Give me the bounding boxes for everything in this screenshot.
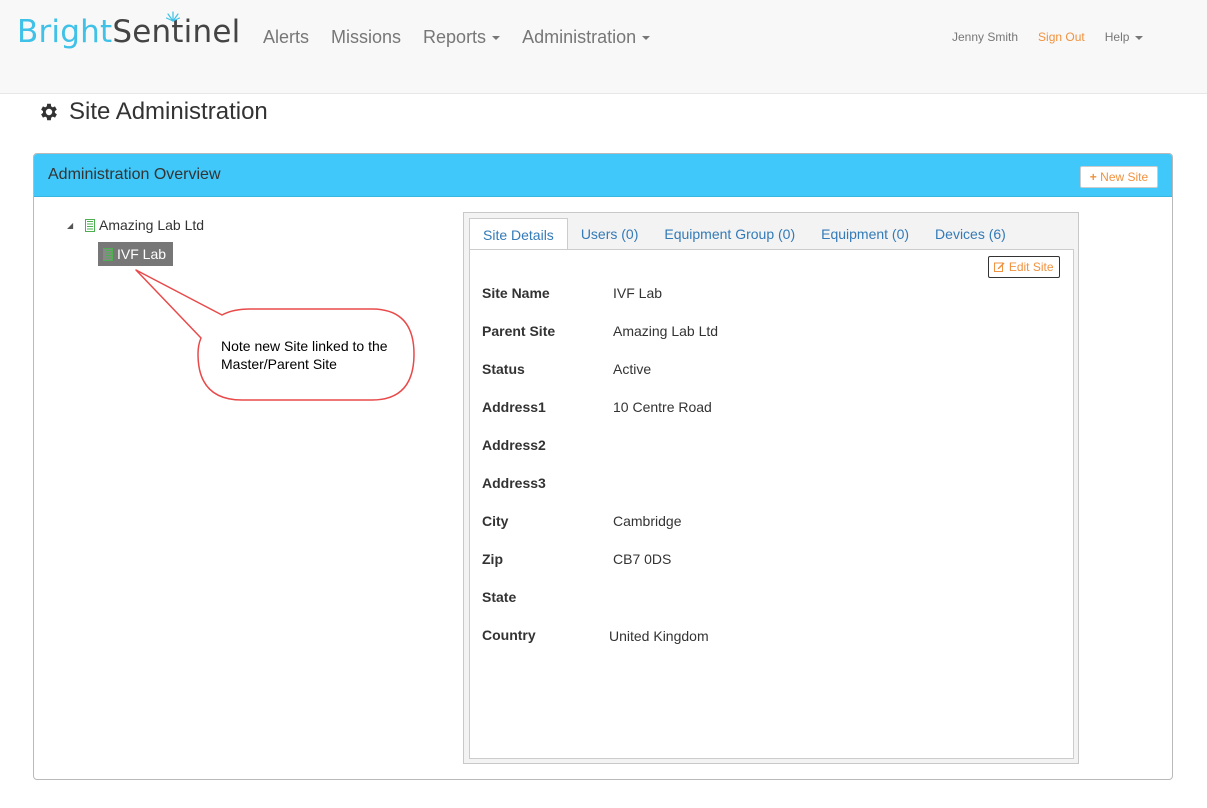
tab-equipment-group[interactable]: Equipment Group (0) xyxy=(651,218,808,250)
value-address1: 10 Centre Road xyxy=(613,399,712,415)
label-address3: Address3 xyxy=(482,475,546,491)
tree-child-label: IVF Lab xyxy=(117,246,167,262)
nav-administration-label: Administration xyxy=(522,27,637,47)
page-title: Site Administration xyxy=(38,98,268,126)
label-zip: Zip xyxy=(482,551,503,567)
edit-icon xyxy=(994,262,1005,272)
label-address1: Address1 xyxy=(482,399,546,415)
top-navbar: BrightSentinel Alerts Missions Reports A… xyxy=(0,0,1207,94)
edit-site-label: Edit Site xyxy=(1008,260,1054,274)
nav-alerts[interactable]: Alerts xyxy=(252,25,320,49)
value-zip: CB7 0DS xyxy=(613,551,672,567)
brand-part1: Bright xyxy=(17,14,113,50)
caret-down-icon xyxy=(492,36,501,41)
tab-pane-site-details xyxy=(469,249,1074,759)
nav-missions[interactable]: Missions xyxy=(320,25,412,49)
label-city: City xyxy=(482,513,509,529)
new-site-button[interactable]: + New Site xyxy=(1080,166,1158,188)
value-status: Active xyxy=(613,361,652,377)
value-site-name: IVF Lab xyxy=(613,285,663,301)
tab-equipment[interactable]: Equipment (0) xyxy=(808,218,922,250)
main-nav: Alerts Missions Reports Administration xyxy=(252,25,661,49)
building-icon xyxy=(103,247,113,261)
nav-administration-dropdown[interactable]: Administration xyxy=(511,25,661,49)
site-tabs: Site Details Users (0) Equipment Group (… xyxy=(469,218,1019,251)
label-site-name: Site Name xyxy=(482,285,550,301)
label-country: Country xyxy=(482,627,536,643)
tab-site-details[interactable]: Site Details xyxy=(469,218,568,251)
spark-icon xyxy=(166,11,180,22)
brand-logo[interactable]: BrightSentinel xyxy=(17,11,240,50)
tab-devices[interactable]: Devices (6) xyxy=(922,218,1019,250)
page-title-text: Site Administration xyxy=(69,98,268,125)
nav-reports-dropdown[interactable]: Reports xyxy=(412,25,511,49)
building-icon xyxy=(85,218,95,232)
caret-down-icon xyxy=(642,36,651,41)
nav-reports-label: Reports xyxy=(423,27,487,47)
tree-root-label: Amazing Lab Ltd xyxy=(99,217,205,233)
callout-text: Note new Site linked to the Master/Paren… xyxy=(221,338,388,372)
user-name-link[interactable]: Jenny Smith xyxy=(942,29,1028,45)
label-address2: Address2 xyxy=(482,437,546,453)
cog-icon xyxy=(41,103,57,121)
sign-out-link[interactable]: Sign Out xyxy=(1028,29,1095,45)
label-status: Status xyxy=(482,361,525,377)
tab-users[interactable]: Users (0) xyxy=(568,218,652,250)
caret-down-icon xyxy=(1135,35,1144,40)
help-label: Help xyxy=(1104,30,1130,44)
new-site-label: New Site xyxy=(1100,170,1149,184)
tree-node-root[interactable]: ◢ Amazing Lab Ltd xyxy=(67,217,204,233)
user-nav: Jenny Smith Sign Out Help xyxy=(942,29,1153,45)
label-state: State xyxy=(482,589,517,605)
edit-site-button[interactable]: Edit Site xyxy=(988,256,1060,278)
label-parent-site: Parent Site xyxy=(482,323,556,339)
help-dropdown[interactable]: Help xyxy=(1095,29,1154,45)
plus-icon: + xyxy=(1089,170,1097,184)
value-city: Cambridge xyxy=(613,513,682,529)
panel-title: Administration Overview xyxy=(48,166,221,183)
value-country: United Kingdom xyxy=(609,628,709,644)
value-parent-site: Amazing Lab Ltd xyxy=(613,323,719,339)
tree-node-ivf-lab[interactable]: IVF Lab xyxy=(98,242,173,266)
panel-heading: Administration Overview + New Site xyxy=(34,154,1172,197)
collapse-triangle-icon[interactable]: ◢ xyxy=(67,221,79,230)
